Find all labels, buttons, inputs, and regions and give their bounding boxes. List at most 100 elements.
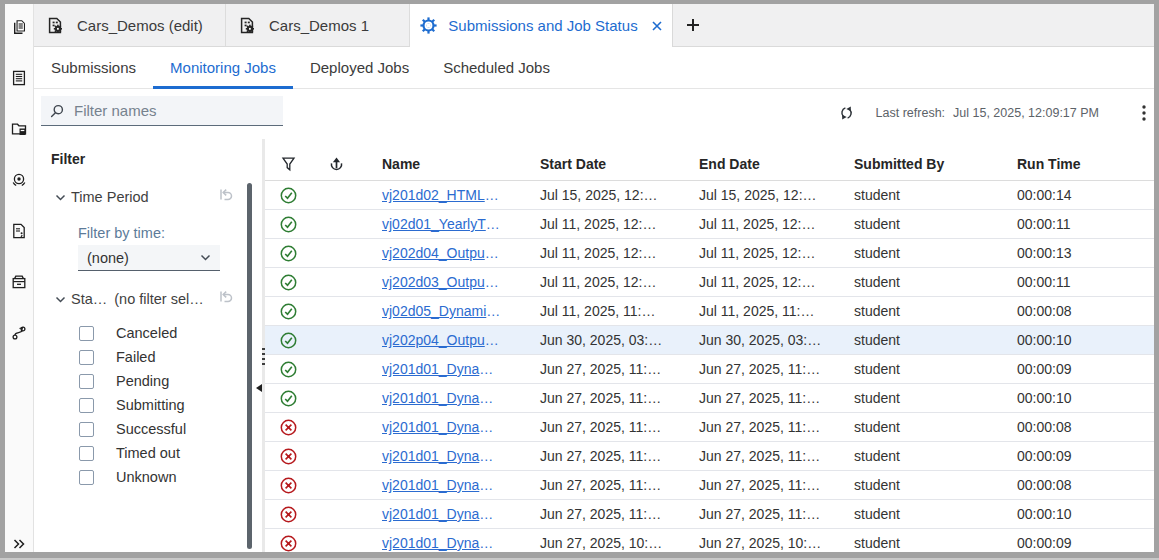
status-checkbox-row[interactable]: Pending <box>79 369 186 393</box>
status-checkbox-row[interactable]: Successful <box>79 417 186 441</box>
submitted-by-cell: student <box>833 500 996 529</box>
refresh-button[interactable] <box>839 105 854 121</box>
checkbox[interactable] <box>79 398 94 413</box>
job-row[interactable]: vj201d01_Dyna… Jun 27, 2025, 11:… Jun 27… <box>265 355 1154 384</box>
job-row[interactable]: vj02d05_Dynami… Jul 11, 2025, 11:… Jul 1… <box>265 297 1154 326</box>
checkbox[interactable] <box>79 326 94 341</box>
job-name-link[interactable]: vj201d01_Dyna… <box>382 361 493 377</box>
job-name-link[interactable]: vj02d05_Dynami… <box>382 303 500 319</box>
end-date-cell: Jul 11, 2025, 12:… <box>678 210 833 239</box>
job-name-link[interactable]: vj201d01_Dyna… <box>382 448 493 464</box>
status-checkbox-row[interactable]: Failed <box>79 345 186 369</box>
reset-time-filter-button[interactable] <box>218 187 233 205</box>
tab-scheduled-jobs[interactable]: Scheduled Jobs <box>426 47 567 88</box>
close-tab-icon[interactable] <box>652 21 662 31</box>
checkbox-label: Failed <box>116 349 156 365</box>
checkbox[interactable] <box>79 470 94 485</box>
status-section-header[interactable]: Sta… (no filter sel… <box>55 291 204 307</box>
tab-submissions-job-status[interactable]: Submissions and Job Status <box>410 4 673 47</box>
last-refresh: Last refresh:Jul 15, 2025, 12:09:17 PM <box>876 106 1099 120</box>
splitter-grip-icon[interactable] <box>262 348 265 365</box>
start-date-cell: Jul 11, 2025, 11:… <box>519 297 678 326</box>
explorer-folder-icon[interactable] <box>5 120 34 171</box>
job-name-link[interactable]: vj201d01_Dyna… <box>382 419 493 435</box>
time-period-section-header[interactable]: Time Period <box>55 189 149 205</box>
checkbox[interactable] <box>79 446 94 461</box>
chevron-down-icon <box>55 192 66 203</box>
new-tab-button[interactable] <box>673 4 713 46</box>
job-name-link[interactable]: vj202d03_Outpu… <box>382 274 499 290</box>
status-checkbox-row[interactable]: Unknown <box>79 465 186 489</box>
gear-icon <box>420 17 437 34</box>
column-header-run-time[interactable]: Run Time <box>996 139 1154 181</box>
column-header-submitted-by[interactable]: Submitted By <box>833 139 996 181</box>
job-row[interactable]: vj02d01_YearlyT… Jul 11, 2025, 12:… Jul … <box>265 210 1154 239</box>
tab-cars-demos-1[interactable]: Cars_Demos 1 <box>226 4 410 46</box>
open-files-icon[interactable] <box>5 18 34 69</box>
success-status-icon <box>280 390 297 407</box>
panel-splitter[interactable] <box>262 139 265 552</box>
tab-monitoring-jobs[interactable]: Monitoring Jobs <box>153 47 293 88</box>
success-status-icon <box>280 332 297 349</box>
tab-cars-demos-edit[interactable]: Cars_Demos (edit) <box>34 4 226 46</box>
status-checkbox-row[interactable]: Canceled <box>79 321 186 345</box>
job-name-link[interactable]: vj201d01_Dyna… <box>382 506 493 522</box>
reset-filter-icon <box>218 187 233 202</box>
end-date-cell: Jun 27, 2025, 11:… <box>678 355 833 384</box>
job-name-link[interactable]: vj201d02_HTML… <box>382 187 499 203</box>
job-name-link[interactable]: vj201d01_Dyna… <box>382 535 493 551</box>
job-row[interactable]: vj201d01_Dyna… Jun 27, 2025, 11:… Jun 27… <box>265 384 1154 413</box>
tab-deployed-jobs[interactable]: Deployed Jobs <box>293 47 426 88</box>
checkbox[interactable] <box>79 374 94 389</box>
rerun-column-header[interactable] <box>311 139 361 181</box>
more-options-button[interactable] <box>1136 102 1152 124</box>
job-row[interactable]: vj202p04_Outpu… Jun 30, 2025, 03:… Jun 3… <box>265 326 1154 355</box>
job-name-link[interactable]: vj02d01_YearlyT… <box>382 216 500 232</box>
column-header-start-date[interactable]: Start Date <box>519 139 678 181</box>
job-row[interactable]: vj201d01_Dyna… Jun 27, 2025, 10:… Jun 27… <box>265 529 1154 552</box>
git-branch-icon[interactable] <box>5 324 34 375</box>
tab-submissions[interactable]: Submissions <box>34 47 153 88</box>
job-row[interactable]: vj201d01_Dyna… Jun 27, 2025, 11:… Jun 27… <box>265 442 1154 471</box>
failed-status-icon <box>280 419 297 436</box>
run-time-cell: 00:00:09 <box>996 442 1154 471</box>
end-date-cell: Jun 27, 2025, 11:… <box>678 413 833 442</box>
status-checkbox-row[interactable]: Timed out <box>79 441 186 465</box>
libraries-icon[interactable] <box>5 273 34 324</box>
job-row[interactable]: vj202d04_Outpu… Jul 11, 2025, 12:… Jul 1… <box>265 239 1154 268</box>
success-status-icon <box>280 216 297 233</box>
time-filter-select[interactable]: (none) <box>78 245 220 271</box>
expand-panel-icon[interactable] <box>5 536 34 552</box>
job-name-link[interactable]: vj201d01_Dyna… <box>382 477 493 493</box>
column-header-name[interactable]: Name <box>361 139 519 181</box>
checkbox[interactable] <box>79 350 94 365</box>
checkbox[interactable] <box>79 422 94 437</box>
run-time-cell: 00:00:10 <box>996 500 1154 529</box>
filter-names-input[interactable] <box>64 102 275 119</box>
job-name-link[interactable]: vj202d04_Outpu… <box>382 245 499 261</box>
start-date-cell: Jul 11, 2025, 12:… <box>519 210 678 239</box>
job-row[interactable]: vj201d02_HTML… Jul 15, 2025, 12:… Jul 15… <box>265 181 1154 210</box>
column-header-end-date[interactable]: End Date <box>678 139 833 181</box>
submitted-by-cell: student <box>833 529 996 552</box>
reset-filter-icon <box>218 289 233 304</box>
job-row[interactable]: vj202d03_Outpu… Jul 11, 2025, 12:… Jul 1… <box>265 268 1154 297</box>
filter-panel-scrollbar[interactable] <box>247 183 252 549</box>
status-filter-column-header[interactable] <box>265 139 311 181</box>
job-row[interactable]: vj201d01_Dyna… Jun 27, 2025, 11:… Jun 27… <box>265 471 1154 500</box>
job-name-link[interactable]: vj201d01_Dyna… <box>382 390 493 406</box>
job-row[interactable]: vj201d01_Dyna… Jun 27, 2025, 11:… Jun 27… <box>265 413 1154 442</box>
success-status-icon <box>280 274 297 291</box>
visual-circle-icon[interactable] <box>5 171 34 222</box>
search-icon <box>50 104 64 118</box>
job-row[interactable]: vj201d01_Dyna… Jun 27, 2025, 11:… Jun 27… <box>265 500 1154 529</box>
reset-status-filter-button[interactable] <box>218 289 233 307</box>
start-date-cell: Jun 27, 2025, 11:… <box>519 500 678 529</box>
program-list-icon[interactable] <box>5 69 34 120</box>
checkbox-label: Pending <box>116 373 169 389</box>
job-name-link[interactable]: vj202p04_Outpu… <box>382 332 499 348</box>
checkbox-label: Submitting <box>116 397 185 413</box>
code-snippet-icon[interactable] <box>5 222 34 273</box>
status-checkbox-row[interactable]: Submitting <box>79 393 186 417</box>
collapse-panel-icon[interactable] <box>256 384 262 392</box>
